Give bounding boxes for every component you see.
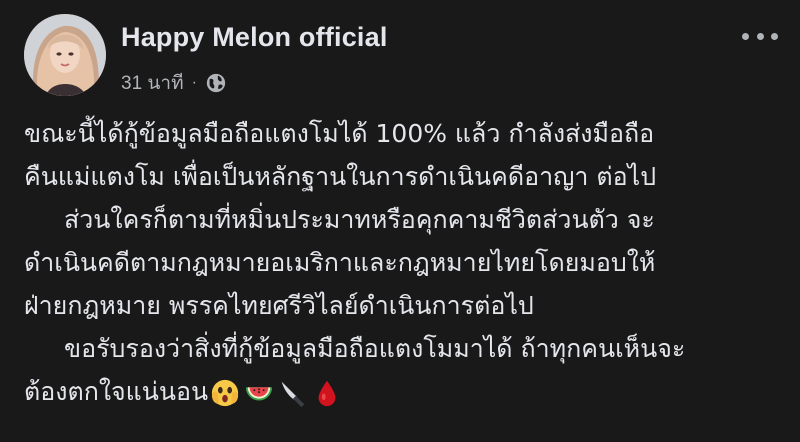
post-body: ขณะนี้ได้กู้ข้อมูลมือถือแตงโมได้ 100% แล… (24, 112, 784, 413)
post-line: ส่วนใครก็ตามที่หมิ่นประมาทหรือคุกคามชีวิ… (64, 205, 655, 234)
more-options-icon[interactable] (742, 24, 778, 48)
facebook-post: Happy Melon official 31 นาที · ขณะนี้ได้… (0, 0, 800, 442)
post-line: ขณะนี้ได้กู้ข้อมูลมือถือแตงโมได้ 100% แล… (24, 119, 655, 148)
face-screaming-icon (211, 379, 239, 407)
post-line: ฝ่ายกฎหมาย พรรคไทยศรีวิไลย์ดำเนินการต่อไ… (24, 291, 534, 320)
watermelon-icon (245, 387, 273, 401)
post-line-last: ต้องตกใจแน่นอน (24, 370, 784, 413)
author-name[interactable]: Happy Melon official (121, 22, 388, 53)
avatar[interactable] (24, 14, 106, 96)
post-line: ดำเนินคดีตามกฎหมายอเมริกาและกฎหมายไทยโดย… (24, 248, 656, 277)
emoji-row (210, 378, 342, 408)
meta-separator: · (191, 74, 197, 91)
post-line: ต้องตกใจแน่นอน (24, 377, 209, 406)
avatar-image (24, 14, 106, 96)
post-timestamp[interactable]: 31 นาที (121, 68, 184, 98)
blood-drop-icon (318, 380, 336, 407)
knife-icon (281, 381, 305, 408)
post-meta: 31 นาที · (121, 68, 227, 98)
post-line: คืนแม่แตงโม เพื่อเป็นหลักฐานในการดำเนินค… (24, 162, 657, 191)
post-line: ขอรับรองว่าสิ่งที่กู้ข้อมูลมือถือแตงโมมา… (64, 334, 686, 363)
globe-icon[interactable] (205, 72, 227, 94)
